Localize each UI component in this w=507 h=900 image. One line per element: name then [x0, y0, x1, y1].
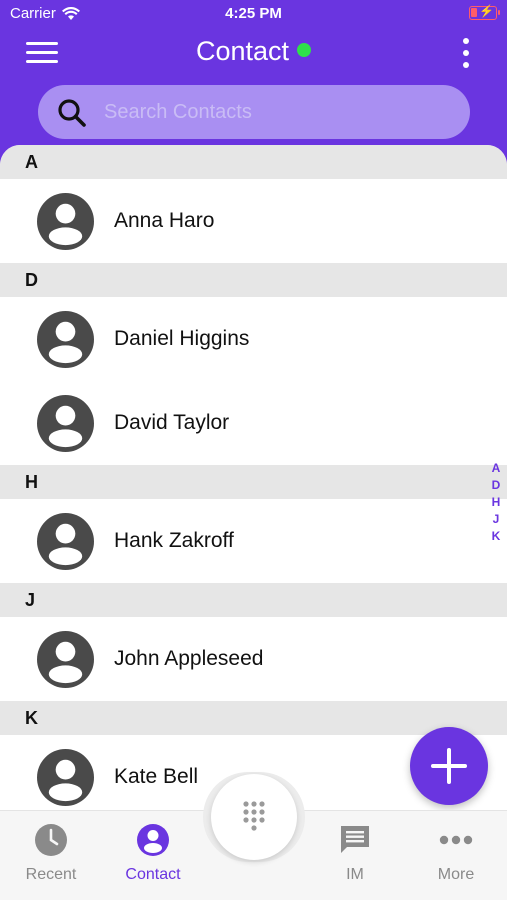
status-time: 4:25 PM	[225, 5, 282, 22]
avatar-icon	[37, 192, 94, 250]
index-letter-h[interactable]: H	[489, 494, 503, 511]
section-header-d: D	[0, 263, 507, 297]
search-input[interactable]	[104, 95, 444, 129]
contact-row[interactable]: Daniel Higgins	[0, 297, 507, 381]
add-contact-button[interactable]	[410, 727, 488, 805]
tab-label: More	[437, 866, 475, 883]
avatar-icon	[37, 512, 94, 570]
dialpad-icon	[243, 801, 265, 831]
search-bar[interactable]	[38, 85, 470, 139]
tab-im[interactable]: IM	[305, 811, 405, 900]
index-letter-k[interactable]: K	[489, 528, 503, 545]
contact-row[interactable]: John Appleseed	[0, 617, 507, 701]
online-status-dot	[297, 43, 312, 57]
contact-name: Kate Bell	[114, 765, 199, 788]
avatar-icon	[37, 748, 94, 806]
contact-row[interactable]: Hank Zakroff	[0, 499, 507, 583]
avatar-icon	[37, 310, 94, 368]
status-bar: Carrier 4:25 PM ⚡	[0, 0, 507, 28]
section-header-a: A	[0, 145, 507, 179]
tab-contact[interactable]: Contact	[103, 811, 203, 900]
index-letter-j[interactable]: J	[489, 511, 503, 528]
avatar-icon	[37, 394, 94, 452]
more-options-icon[interactable]	[461, 38, 471, 68]
index-letter-d[interactable]: D	[489, 477, 503, 494]
index-letter-a[interactable]: A	[489, 460, 503, 477]
tab-label: IM	[346, 866, 364, 883]
contact-name: John Appleseed	[114, 647, 264, 670]
contact-name: Hank Zakroff	[114, 529, 234, 552]
tab-more[interactable]: More	[406, 811, 506, 900]
chat-icon	[341, 826, 369, 853]
tab-label: Contact	[125, 866, 181, 883]
contact-name: Daniel Higgins	[114, 327, 250, 350]
section-header-k: K	[0, 701, 507, 735]
contact-row[interactable]: Anna Haro	[0, 179, 507, 263]
contact-list[interactable]: A Anna Haro D Daniel Higgins David Taylo…	[0, 145, 507, 810]
header-title-wrap: Contact	[0, 36, 507, 67]
person-icon	[137, 824, 169, 856]
contact-row[interactable]: David Taylor	[0, 381, 507, 465]
tab-recent[interactable]: Recent	[1, 811, 101, 900]
avatar-icon	[37, 630, 94, 688]
section-header-j: J	[0, 583, 507, 617]
more-icon	[439, 835, 473, 845]
contact-name: David Taylor	[114, 411, 230, 434]
clock-icon	[35, 824, 67, 856]
section-header-h: H	[0, 465, 507, 499]
page-title: Contact	[195, 36, 290, 66]
contact-name: Anna Haro	[114, 209, 215, 232]
dialpad-button[interactable]	[211, 774, 297, 860]
alphabet-index[interactable]: A D H J K	[489, 460, 503, 545]
battery-icon: ⚡	[469, 4, 500, 20]
search-icon	[58, 99, 86, 127]
tab-label: Recent	[25, 866, 77, 883]
